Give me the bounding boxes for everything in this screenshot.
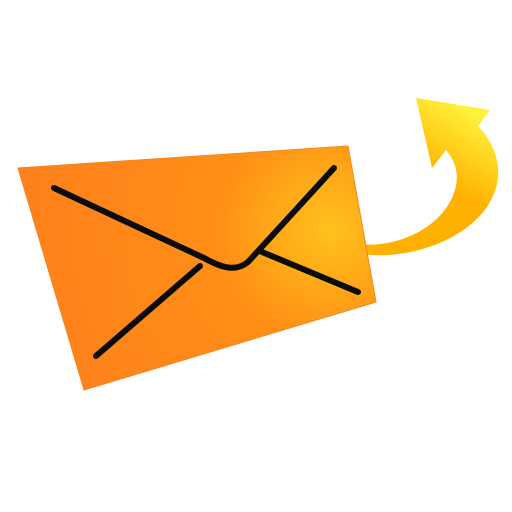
arrow-tail (360, 98, 499, 256)
envelope-icon (17, 145, 377, 391)
app-icon-canvas (0, 0, 512, 512)
curved-arrow-icon (360, 98, 499, 256)
send-mail-icon (17, 98, 499, 391)
